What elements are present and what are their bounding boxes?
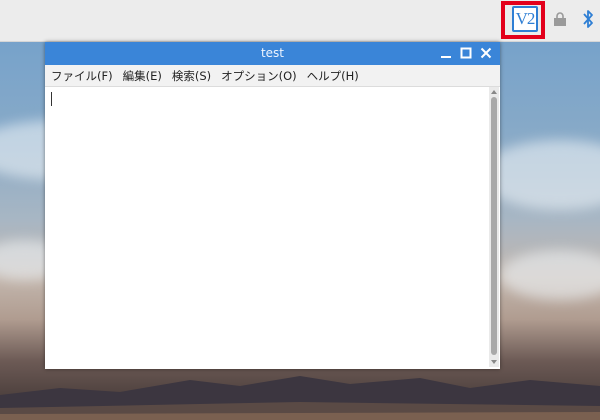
highlight-box bbox=[501, 1, 545, 39]
taskbar: V2 bbox=[0, 0, 600, 42]
text-editor-window: test ファイル(F) 編集(E) 検索(S) オプション(O) ヘルプ(H) bbox=[45, 42, 500, 369]
menu-options[interactable]: オプション(O) bbox=[221, 68, 297, 84]
menu-file[interactable]: ファイル(F) bbox=[51, 68, 113, 84]
maximize-icon[interactable] bbox=[460, 47, 472, 59]
minimize-icon[interactable] bbox=[440, 47, 452, 59]
close-icon[interactable] bbox=[480, 47, 492, 59]
scroll-thumb[interactable] bbox=[491, 97, 497, 355]
scroll-down-icon[interactable] bbox=[491, 360, 497, 364]
lock-icon[interactable] bbox=[552, 12, 568, 26]
scroll-up-icon[interactable] bbox=[491, 90, 497, 94]
text-caret bbox=[51, 92, 52, 106]
window-title: test bbox=[260, 46, 285, 60]
vertical-scrollbar[interactable] bbox=[489, 87, 499, 367]
titlebar[interactable]: test bbox=[45, 42, 500, 65]
menu-help[interactable]: ヘルプ(H) bbox=[307, 68, 359, 84]
text-area[interactable] bbox=[46, 87, 489, 367]
menu-edit[interactable]: 編集(E) bbox=[123, 68, 162, 84]
menubar: ファイル(F) 編集(E) 検索(S) オプション(O) ヘルプ(H) bbox=[45, 65, 500, 87]
bluetooth-icon[interactable] bbox=[582, 8, 594, 30]
menu-search[interactable]: 検索(S) bbox=[172, 68, 211, 84]
